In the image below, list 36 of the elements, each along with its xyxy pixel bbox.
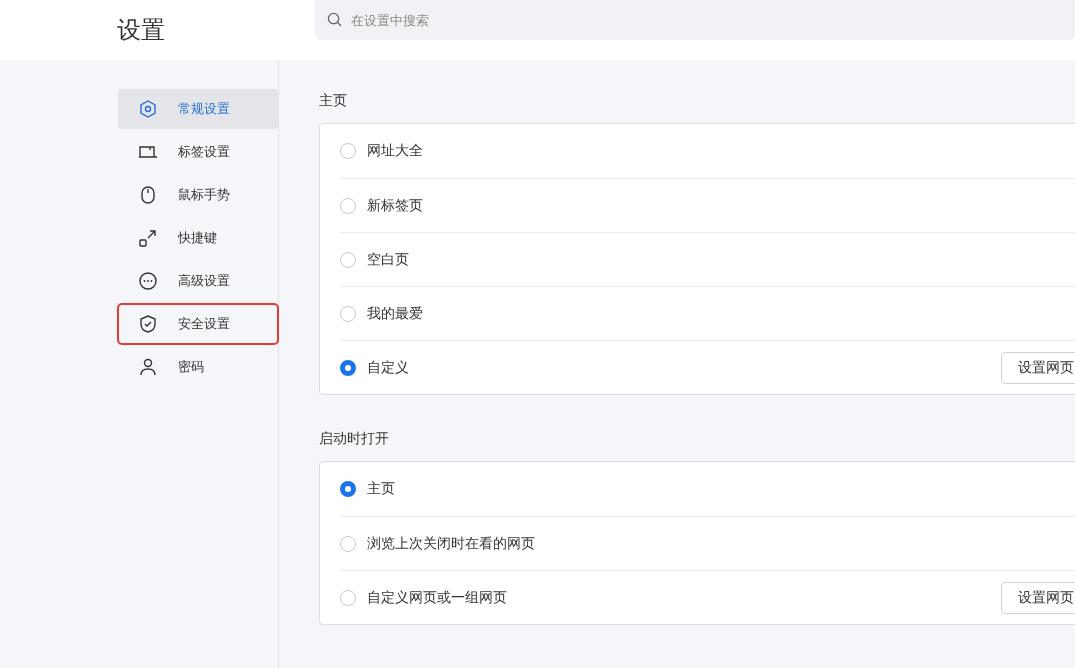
sidebar-item[interactable]: 常规设置 (118, 89, 278, 129)
option-label: 我的最爱 (367, 304, 424, 323)
section-title: 主页 (319, 91, 348, 110)
user-icon (138, 357, 158, 377)
sidebar-item[interactable]: 标签设置 (118, 132, 278, 172)
sidebar-item[interactable]: 密码 (118, 347, 278, 387)
option-label: 空白页 (367, 250, 410, 269)
sidebar-item[interactable]: 高级设置 (118, 261, 278, 301)
option-label: 主页 (367, 480, 396, 498)
sidebar-item[interactable]: 安全设置 (118, 304, 278, 344)
radio-button[interactable] (340, 251, 356, 268)
radio-button[interactable] (340, 535, 356, 552)
sidebar-item[interactable]: 快捷键 (118, 218, 278, 258)
set-page-button[interactable]: 设置网页 (1001, 351, 1075, 384)
radio-button[interactable] (340, 589, 356, 606)
option-label: 浏览上次关闭时在看的网页 (367, 534, 536, 553)
set-page-button[interactable]: 设置网页 (1001, 581, 1075, 614)
mouse-icon (138, 185, 158, 205)
radio-button[interactable] (340, 481, 356, 497)
radio-button[interactable] (340, 359, 356, 376)
shield-check-icon (138, 314, 158, 334)
hexagon-icon (138, 99, 158, 119)
option-label: 网址大全 (367, 142, 424, 160)
option-label: 自定义 (367, 358, 410, 377)
search-icon (327, 12, 342, 27)
option-label: 自定义网页或一组网页 (367, 588, 508, 607)
page-title: 设置 (117, 15, 166, 46)
sidebar-item[interactable]: 鼠标手势 (118, 175, 278, 215)
search-field[interactable]: 在设置中搜索 (315, 0, 1075, 40)
arrow-square-icon (138, 228, 158, 248)
section-title: 启动时打开 (319, 429, 390, 448)
more-icon (138, 271, 158, 291)
radio-button[interactable] (340, 197, 356, 214)
option-label: 新标签页 (367, 196, 424, 215)
radio-button[interactable] (340, 143, 356, 159)
radio-button[interactable] (340, 305, 356, 322)
